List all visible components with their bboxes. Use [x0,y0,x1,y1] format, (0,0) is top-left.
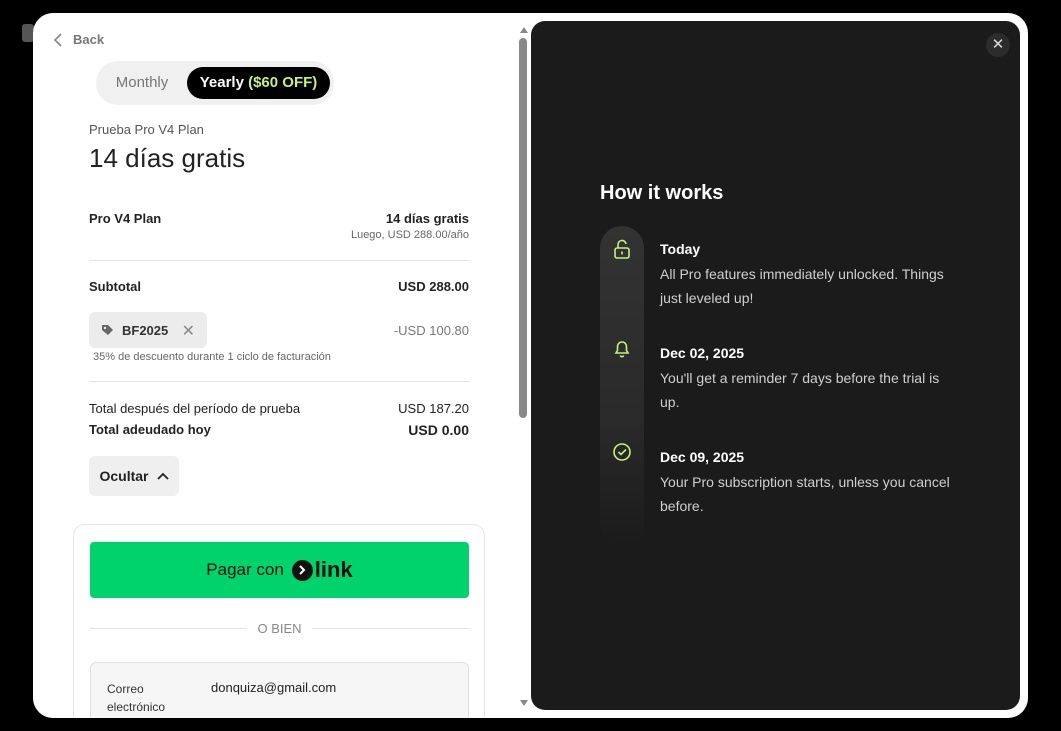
checkout-panel: Back Monthly Yearly ($60 OFF) Prueba Pro… [33,13,518,718]
step-desc: You'll get a reminder 7 days before the … [660,370,940,410]
coupon-chip: BF2025 ✕ [89,312,207,348]
divider [89,381,469,382]
hide-details-button[interactable]: Ocultar [89,456,179,496]
how-it-works-panel: ✕ How it works Today All Pro features im… [531,21,1020,710]
after-trial-value: USD 187.20 [398,401,469,416]
chevron-left-icon [53,32,62,47]
unlock-icon [614,239,630,259]
billing-period-toggle: Monthly Yearly ($60 OFF) [96,61,334,105]
email-field[interactable]: Correo electrónico donquiza@gmail.com [90,662,469,718]
divider [89,260,469,261]
discount-note: 35% de descuento durante 1 ciclo de fact… [93,351,331,363]
plan-headline: 14 días gratis [89,143,246,173]
email-label: Correo electrónico [107,682,166,714]
step-title: Today [660,241,701,257]
due-today-value: USD 0.00 [408,422,469,438]
line-item-name: Pro V4 Plan [89,211,162,226]
pay-with-label: Pagar con [206,560,284,579]
plan-name: Prueba Pro V4 Plan [89,122,204,137]
bell-icon [614,341,630,358]
subtotal-row: Subtotal USD 288.00 [89,279,469,294]
coupon-amount: -USD 100.80 [393,323,469,338]
yearly-option[interactable]: Yearly ($60 OFF) [187,67,330,99]
chevron-up-icon [156,472,169,480]
checkout-modal: Back Monthly Yearly ($60 OFF) Prueba Pro… [33,13,1028,718]
close-icon[interactable]: ✕ [986,33,1010,57]
monthly-option[interactable]: Monthly [104,67,180,99]
scrollbar-thumb[interactable] [519,38,527,418]
or-label: O BIEN [257,620,302,636]
how-it-works-title: How it works [600,182,724,204]
coupon-code: BF2025 [122,322,169,338]
check-circle-icon [613,443,631,461]
line-item-subvalue: Luego, USD 288.00/año [350,229,469,241]
yearly-label: Yearly [199,74,244,91]
scrollbar[interactable] [518,25,530,708]
after-trial-row: Total después del período de prueba USD … [89,401,469,416]
after-trial-label: Total después del período de prueba [89,401,301,416]
payment-card: Pagar con link O BIEN Correo electrónico… [73,524,485,718]
due-today-label: Total adeudado hoy [89,422,211,437]
pay-with-link-button[interactable]: Pagar con link [90,542,469,598]
subtotal-label: Subtotal [89,279,141,294]
step-desc: Your Pro subscription starts, unless you… [660,474,950,514]
line-item-value: 14 días gratis [385,211,469,226]
scroll-up-icon[interactable] [520,27,528,33]
or-separator: O BIEN [90,620,470,636]
link-logo: link [291,557,353,583]
hide-label: Ocultar [99,468,149,484]
email-value: donquiza@gmail.com [211,680,337,695]
step-title: Dec 09, 2025 [660,449,745,465]
timeline-rail [600,226,644,546]
subtotal-value: USD 288.00 [398,279,469,294]
link-brand: link [314,557,353,582]
tag-icon [102,324,113,335]
scroll-down-icon[interactable] [520,700,528,706]
yearly-discount: ($60 OFF) [248,74,318,91]
step-desc: All Pro features immediately unlocked. T… [660,266,944,306]
due-today-row: Total adeudado hoy USD 0.00 [89,422,469,438]
remove-coupon-icon[interactable]: ✕ [182,321,195,341]
back-label: Back [73,32,105,47]
step-title: Dec 02, 2025 [660,345,745,361]
line-item: Pro V4 Plan 14 días gratis Luego, USD 28… [89,211,469,241]
link-arrow-icon [291,559,313,581]
back-button[interactable]: Back [53,32,104,47]
